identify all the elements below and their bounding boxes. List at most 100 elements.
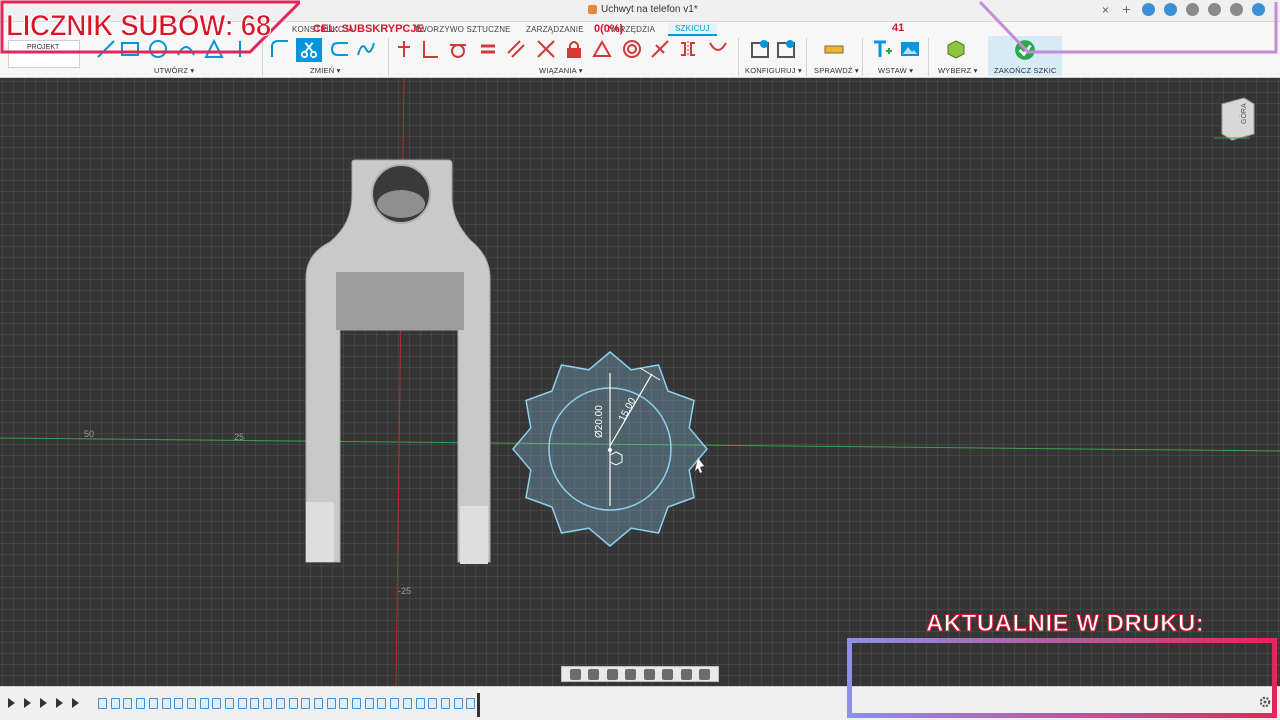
timeline-feature-icon[interactable]: [275, 698, 285, 709]
timeline-feature-icon[interactable]: [136, 698, 146, 709]
subscriber-count-text: LICZNIK SUBÓW: 68: [6, 9, 272, 43]
viewports-icon[interactable]: [699, 668, 711, 680]
ribbon-divider: [928, 38, 929, 76]
configure-rules-icon[interactable]: [776, 39, 796, 59]
top-right-overlay-frame: [978, 0, 1278, 54]
parallel-constraint-icon[interactable]: [506, 39, 526, 59]
timeline-feature-icon[interactable]: [377, 698, 387, 709]
timeline-marker[interactable]: [477, 693, 480, 717]
tab-sketch[interactable]: SZKICUJ: [668, 23, 717, 36]
midpoint-constraint-icon[interactable]: [650, 39, 670, 59]
look-at-icon[interactable]: [588, 668, 600, 680]
grid-settings-icon[interactable]: [680, 668, 692, 680]
create-group-label[interactable]: UTWÓRZ ▾: [154, 66, 194, 75]
timeline-feature-icon[interactable]: [339, 698, 349, 709]
insert-group-label[interactable]: WSTAW ▾: [878, 66, 913, 75]
now-printing-title: AKTUALNIE W DRUKU:: [925, 610, 1205, 638]
axis-tick-label: 25: [234, 432, 245, 442]
configure-group-label[interactable]: KONFIGURUJ ▾: [745, 66, 802, 75]
timeline-start-icon[interactable]: [8, 698, 15, 708]
display-settings-icon[interactable]: [662, 668, 674, 680]
timeline-feature-icon[interactable]: [288, 698, 298, 709]
document-tab[interactable]: Uchwyt na telefon v1*: [588, 4, 698, 15]
pan-icon[interactable]: [606, 668, 618, 680]
insert-text-icon[interactable]: [872, 39, 892, 59]
timeline-feature-icon[interactable]: [225, 698, 234, 709]
timeline-feature-icon[interactable]: [402, 698, 412, 709]
now-printing-frame: [847, 638, 1277, 718]
select-cube-icon[interactable]: [946, 39, 966, 59]
timeline-feature-icon[interactable]: [428, 698, 438, 709]
timeline-feature-icon[interactable]: [440, 698, 450, 709]
viewport-canvas[interactable]: Ø20.00 15.00 GÓRA: [0, 78, 1280, 686]
triangle-constraint-icon[interactable]: [592, 39, 612, 59]
navigation-bar: [561, 666, 719, 682]
lock-icon[interactable]: [564, 39, 584, 59]
sketch-gear-profile[interactable]: Ø20.00 15.00: [512, 351, 708, 547]
timeline-end-icon[interactable]: [72, 698, 79, 708]
goal-number-text: 41: [892, 22, 905, 34]
timeline-feature-icon[interactable]: [453, 698, 463, 709]
timeline-feature-icon[interactable]: [148, 698, 158, 709]
zoom-icon[interactable]: [625, 668, 637, 680]
timeline-feature-icon[interactable]: [415, 698, 425, 709]
axis-tick-label: -25: [398, 586, 412, 596]
right-leg-end: [460, 506, 488, 564]
tab-plastic[interactable]: TWORZYWO SZTUCZNE: [414, 25, 511, 34]
left-leg-end: [306, 502, 334, 562]
insert-image-icon[interactable]: [900, 39, 920, 59]
timeline-feature-icon[interactable]: [466, 698, 476, 709]
measure-icon[interactable]: [824, 39, 844, 59]
timeline-previous-icon[interactable]: [24, 698, 31, 708]
timeline-feature-icon[interactable]: [364, 698, 374, 709]
offset-tool-icon[interactable]: [330, 39, 350, 59]
equal-constraint-icon[interactable]: [478, 39, 498, 59]
timeline-feature-icon[interactable]: [174, 698, 184, 709]
ribbon-divider: [388, 38, 389, 76]
ribbon-divider: [862, 38, 863, 76]
subscriber-counter-overlay: LICZNIK SUBÓW: 68: [0, 0, 300, 54]
timeline-feature-icon[interactable]: [110, 698, 120, 709]
timeline-feature-icon[interactable]: [123, 698, 133, 709]
timeline-feature-icon[interactable]: [212, 698, 222, 709]
modify-group-label[interactable]: ZMIEŃ ▾: [310, 66, 341, 75]
fix-constraint-icon[interactable]: [394, 39, 414, 59]
goal-label-text: CEL: SUBSKRYPCJE: [313, 23, 424, 35]
ribbon-divider: [806, 38, 807, 76]
timeline-feature-icon[interactable]: [186, 698, 196, 709]
diameter-dimension-text[interactable]: Ø20.00: [594, 405, 605, 438]
tab-manage[interactable]: ZARZĄDZANIE: [526, 25, 584, 34]
timeline-feature-icon[interactable]: [98, 698, 107, 709]
timeline-feature-icon[interactable]: [250, 698, 260, 709]
goal-percent-text: 0(0%): [594, 23, 624, 35]
spline-tool-icon[interactable]: [356, 39, 376, 59]
timeline-feature-icon[interactable]: [161, 698, 171, 709]
timeline-feature-icon[interactable]: [237, 698, 247, 709]
viewcube[interactable]: GÓRA: [1214, 97, 1255, 141]
coincident-constraint-icon[interactable]: [536, 39, 556, 59]
select-group-label[interactable]: WYBERZ ▾: [938, 66, 978, 75]
timeline-play-icon[interactable]: [40, 698, 47, 708]
concentric-constraint-icon[interactable]: [622, 39, 642, 59]
symmetry-constraint-icon[interactable]: [678, 39, 698, 59]
timeline-feature-icon[interactable]: [326, 698, 336, 709]
timeline-feature-icon[interactable]: [199, 698, 209, 709]
timeline-feature-icon[interactable]: [301, 698, 311, 709]
timeline-feature-icon[interactable]: [390, 698, 400, 709]
timeline-feature-icon[interactable]: [313, 698, 323, 709]
document-icon: [588, 5, 597, 14]
inspect-group-label[interactable]: SPRAWDŹ ▾: [814, 66, 859, 75]
configure-table-icon[interactable]: [750, 39, 770, 59]
perpendicular-constraint-icon[interactable]: [420, 39, 440, 59]
timeline-next-icon[interactable]: [56, 698, 63, 708]
constraints-group-label[interactable]: WIĄZANIA ▾: [539, 66, 583, 75]
timeline-feature-icon[interactable]: [352, 698, 361, 709]
zoom-window-icon[interactable]: [643, 668, 655, 680]
orbit-icon[interactable]: [569, 668, 581, 680]
axis-tick-label: 50: [84, 429, 95, 439]
tangent-constraint-icon[interactable]: [448, 39, 468, 59]
3d-viewport[interactable]: Ø20.00 15.00 GÓRA 50 25 -25: [0, 78, 1280, 686]
curvature-constraint-icon[interactable]: [708, 39, 728, 59]
viewcube-face-label[interactable]: GÓRA: [1239, 103, 1248, 124]
timeline-feature-icon[interactable]: [263, 698, 273, 709]
